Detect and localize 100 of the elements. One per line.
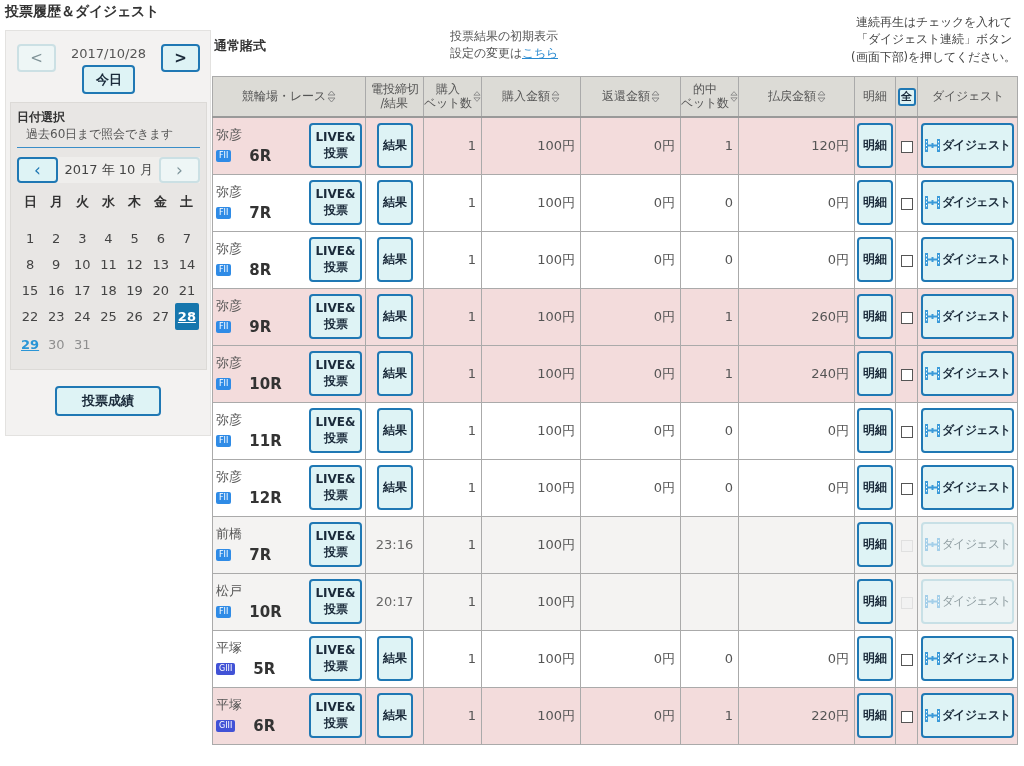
live-bet-button[interactable]: LIVE& 投票: [309, 522, 362, 567]
result-button[interactable]: 結果: [376, 408, 413, 453]
detail-button[interactable]: 明細: [857, 636, 893, 681]
calendar-day[interactable]: 6: [148, 227, 173, 250]
calendar-day[interactable]: 8: [18, 253, 43, 276]
calendar-day[interactable]: 4: [96, 227, 121, 250]
result-button[interactable]: 結果: [376, 237, 413, 282]
detail-button[interactable]: 明細: [857, 408, 893, 453]
detail-button[interactable]: 明細: [857, 237, 893, 282]
venue-name: 弥彦: [216, 297, 243, 315]
digest-button[interactable]: ダイジェスト: [921, 180, 1014, 225]
table-cell: 0円: [653, 365, 675, 381]
table-cell: 120円: [811, 137, 849, 153]
digest-button[interactable]: ダイジェスト: [921, 237, 1014, 282]
calendar-day[interactable]: 27: [148, 305, 173, 328]
grade-badge: GIII: [216, 663, 236, 675]
weekday-label: 水: [101, 193, 116, 211]
calendar-day[interactable]: 14: [174, 253, 199, 276]
digest-button[interactable]: ダイジェスト: [921, 408, 1014, 453]
select-all-button[interactable]: 全: [897, 87, 916, 106]
column-header[interactable]: 購入 ベット数: [423, 76, 482, 117]
checkbox[interactable]: [900, 311, 913, 324]
checkbox[interactable]: [900, 482, 913, 495]
detail-button[interactable]: 明細: [857, 579, 893, 624]
calendar-day[interactable]: 15: [18, 279, 43, 302]
result-button[interactable]: 結果: [376, 294, 413, 339]
checkbox[interactable]: [900, 140, 913, 153]
calendar-day[interactable]: 10: [70, 253, 95, 276]
detail-button[interactable]: 明細: [857, 465, 893, 510]
result-button[interactable]: 結果: [376, 180, 413, 225]
checkbox[interactable]: [900, 254, 913, 267]
digest-button[interactable]: ダイジェスト: [921, 636, 1014, 681]
checkbox[interactable]: [900, 368, 913, 381]
live-bet-button[interactable]: LIVE& 投票: [309, 123, 362, 169]
digest-button[interactable]: ダイジェスト: [921, 465, 1014, 510]
deadline-time: 20:17: [375, 594, 414, 609]
calendar-day[interactable]: 23: [44, 305, 69, 328]
live-bet-button[interactable]: LIVE& 投票: [309, 465, 362, 510]
calendar-day[interactable]: 17: [70, 279, 95, 302]
deadline-time: 23:16: [375, 537, 414, 552]
checkbox[interactable]: [900, 653, 913, 666]
calendar-day[interactable]: 21: [174, 279, 199, 302]
detail-button[interactable]: 明細: [857, 294, 893, 339]
live-bet-button[interactable]: LIVE& 投票: [309, 180, 362, 225]
calendar-day[interactable]: 19: [122, 279, 147, 302]
next-date-button[interactable]: >: [161, 44, 200, 72]
checkbox[interactable]: [900, 425, 913, 438]
result-button[interactable]: 結果: [376, 636, 413, 681]
live-bet-button[interactable]: LIVE& 投票: [309, 579, 362, 624]
digest-button[interactable]: ダイジェスト: [921, 693, 1014, 738]
calendar-day[interactable]: 7: [174, 227, 199, 250]
table-cell: 1: [467, 423, 476, 438]
detail-button[interactable]: 明細: [857, 522, 893, 567]
table-cell: 1: [467, 138, 476, 154]
settings-link[interactable]: こちら: [522, 46, 558, 60]
calendar-day[interactable]: 9: [44, 253, 69, 276]
detail-button[interactable]: 明細: [857, 123, 893, 169]
calendar-day[interactable]: 2: [44, 227, 69, 250]
result-button[interactable]: 結果: [376, 351, 413, 396]
calendar-day[interactable]: 20: [148, 279, 173, 302]
result-button[interactable]: 結果: [376, 123, 413, 169]
column-header[interactable]: 返還金額: [580, 76, 681, 117]
calendar-day[interactable]: 25: [96, 305, 121, 328]
digest-button[interactable]: ダイジェスト: [921, 294, 1014, 339]
today-button[interactable]: 今日: [82, 65, 135, 94]
live-bet-button[interactable]: LIVE& 投票: [309, 294, 362, 339]
column-header[interactable]: 払戻金額: [738, 76, 855, 117]
column-header[interactable]: 購入金額: [481, 76, 581, 117]
column-header[interactable]: 的中 ベット数: [680, 76, 739, 117]
calendar-day[interactable]: 16: [44, 279, 69, 302]
detail-button[interactable]: 明細: [857, 180, 893, 225]
result-button[interactable]: 結果: [376, 693, 413, 738]
live-bet-button[interactable]: LIVE& 投票: [309, 237, 362, 282]
calendar-day[interactable]: 22: [18, 305, 43, 328]
calendar-day[interactable]: 26: [122, 305, 147, 328]
calendar-day[interactable]: 13: [148, 253, 173, 276]
live-bet-button[interactable]: LIVE& 投票: [309, 693, 362, 738]
results-button[interactable]: 投票成績: [55, 386, 161, 416]
digest-button[interactable]: ダイジェスト: [921, 123, 1014, 169]
weekday-label: 月: [48, 193, 64, 211]
calendar-day[interactable]: 28: [174, 303, 199, 330]
column-header[interactable]: 競輪場・レース: [212, 76, 366, 117]
live-bet-button[interactable]: LIVE& 投票: [309, 408, 362, 453]
calendar-day[interactable]: 5: [122, 227, 147, 250]
digest-button[interactable]: ダイジェスト: [921, 351, 1014, 396]
live-bet-button[interactable]: LIVE& 投票: [309, 351, 362, 396]
calendar-day[interactable]: 12: [122, 253, 147, 276]
race-number: 7R: [249, 204, 272, 222]
live-bet-button[interactable]: LIVE& 投票: [309, 636, 362, 681]
calendar-day[interactable]: 1: [18, 227, 43, 250]
checkbox[interactable]: [900, 197, 913, 210]
checkbox[interactable]: [900, 710, 913, 723]
previous-month-button[interactable]: ‹: [17, 157, 58, 183]
calendar-day[interactable]: 3: [70, 227, 95, 250]
detail-button[interactable]: 明細: [857, 693, 893, 738]
calendar-day[interactable]: 18: [96, 279, 121, 302]
calendar-day[interactable]: 11: [96, 253, 121, 276]
calendar-day[interactable]: 24: [70, 305, 95, 328]
detail-button[interactable]: 明細: [857, 351, 893, 396]
result-button[interactable]: 結果: [376, 465, 413, 510]
